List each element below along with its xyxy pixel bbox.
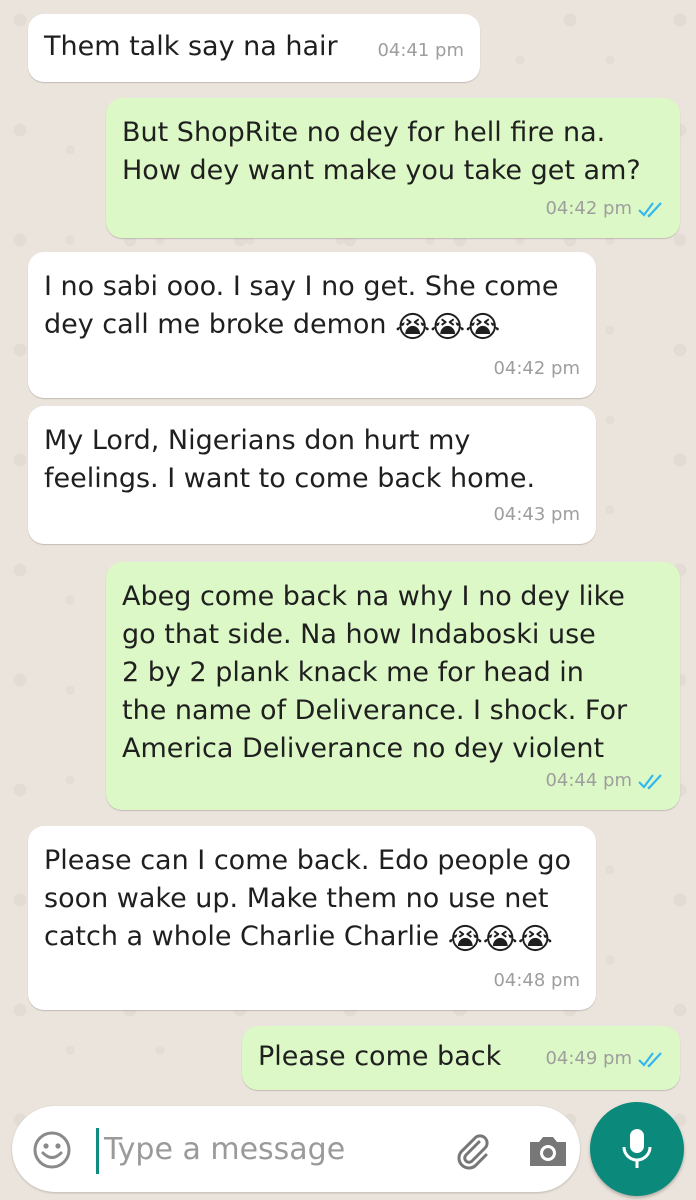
message-time: 04:42 pm	[493, 358, 580, 379]
message-text-line: dey call me broke demon	[44, 309, 387, 340]
message-text-line: Please can I come back. Edo people go	[44, 845, 572, 876]
message-bubble-incoming[interactable]: Them talk say na hair 04:41 pm	[28, 14, 480, 82]
message-text-line: the name of Deliverance. I shock. For	[122, 695, 628, 726]
message-text: Them talk say na hair	[44, 31, 338, 62]
message-time: 04:49 pm	[545, 1048, 632, 1069]
message-text-line: But ShopRite no dey for hell fire na.	[122, 117, 606, 148]
text-caret	[96, 1128, 99, 1174]
message-time: 04:41 pm	[377, 40, 464, 61]
message-bubble-incoming[interactable]: I no sabi ooo. I say I no get. She come …	[28, 252, 596, 398]
message-bubble-incoming[interactable]: My Lord, Nigerians don hurt my feelings.…	[28, 406, 596, 544]
double-check-icon	[638, 1052, 662, 1068]
loudly-crying-emoji: 😭😭😭	[395, 310, 501, 345]
loudly-crying-emoji: 😭😭😭	[447, 922, 553, 957]
message-time: 04:43 pm	[493, 504, 580, 525]
mic-icon	[622, 1129, 652, 1168]
message-bubble-incoming[interactable]: Please can I come back. Edo people go so…	[28, 826, 596, 1010]
voice-record-button[interactable]	[590, 1102, 684, 1196]
attach-icon[interactable]	[452, 1130, 492, 1170]
double-check-icon	[638, 774, 662, 790]
message-input[interactable]: Type a message	[104, 1132, 345, 1167]
message-text-line: feelings. I want to come back home.	[44, 463, 536, 494]
message-text-line: How dey want make you take get am?	[122, 155, 641, 186]
camera-icon[interactable]	[526, 1130, 570, 1170]
message-bubble-outgoing[interactable]: Abeg come back na why I no dey like go t…	[106, 562, 680, 810]
message-time: 04:44 pm	[545, 770, 632, 791]
message-text-line: 2 by 2 plank knack me for head in	[122, 657, 584, 688]
message-text-line: Abeg come back na why I no dey like	[122, 581, 625, 612]
message-bubble-outgoing[interactable]: Please come back 04:49 pm	[242, 1026, 680, 1090]
message-bubble-outgoing[interactable]: But ShopRite no dey for hell fire na. Ho…	[106, 98, 680, 238]
message-text-line: My Lord, Nigerians don hurt my	[44, 425, 471, 456]
message-time: 04:48 pm	[493, 970, 580, 991]
double-check-icon	[638, 202, 662, 218]
message-text-line: go that side. Na how Indaboski use	[122, 619, 596, 650]
message-text-line: catch a whole Charlie Charlie	[44, 921, 440, 952]
message-text-line: soon wake up. Make them no use net	[44, 883, 549, 914]
message-list[interactable]: Them talk say na hair 04:41 pm But ShopR…	[0, 0, 696, 1100]
message-text: Please come back	[258, 1041, 502, 1072]
emoji-icon[interactable]	[32, 1130, 72, 1170]
message-text-line: I no sabi ooo. I say I no get. She come	[44, 271, 559, 302]
message-composer[interactable]: Type a message	[12, 1106, 580, 1192]
message-time: 04:42 pm	[545, 198, 632, 219]
